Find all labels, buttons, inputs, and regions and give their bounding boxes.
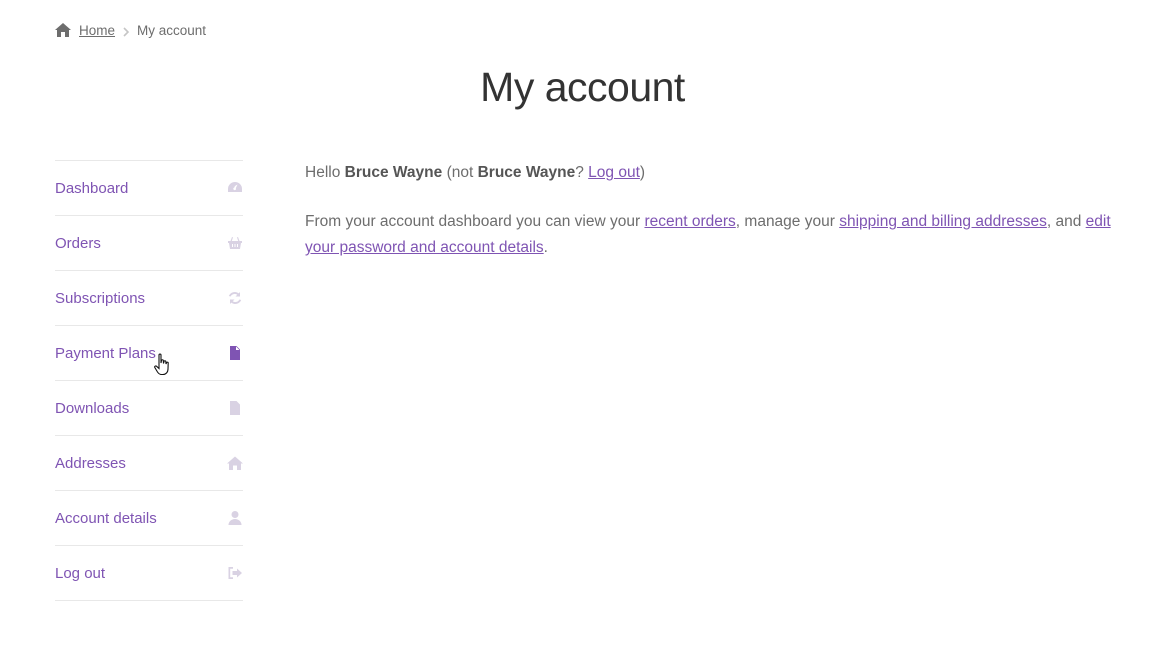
nav-item-log-out[interactable]: Log out	[55, 546, 243, 601]
refresh-icon	[227, 290, 243, 306]
account-content: Hello Bruce Wayne (not Bruce Wayne? Log …	[305, 160, 1135, 284]
recent-orders-link[interactable]: recent orders	[644, 213, 735, 230]
nav-item-label: Account details	[55, 509, 157, 527]
page-title: My account	[480, 64, 685, 110]
hand-cursor-icon	[153, 353, 173, 377]
sign-out-icon	[227, 565, 243, 581]
nav-item-label: Payment Plans	[55, 344, 156, 362]
home-icon	[227, 455, 243, 471]
nav-item-account-details[interactable]: Account details	[55, 491, 243, 546]
home-icon	[55, 23, 71, 37]
breadcrumb-home-link[interactable]: Home	[79, 23, 115, 38]
dashboard-icon	[227, 180, 243, 196]
nav-item-downloads[interactable]: Downloads	[55, 381, 243, 436]
addresses-link[interactable]: shipping and billing addresses	[839, 213, 1047, 230]
breadcrumb: Home My account	[55, 20, 206, 40]
nav-item-label: Dashboard	[55, 179, 129, 197]
log-out-link[interactable]: Log out	[588, 164, 640, 181]
chevron-right-icon	[121, 25, 131, 37]
user-icon	[227, 510, 243, 526]
nav-item-label: Addresses	[55, 454, 126, 472]
document-icon	[227, 345, 243, 361]
nav-item-label: Downloads	[55, 399, 130, 417]
nav-item-orders[interactable]: Orders	[55, 216, 243, 271]
nav-item-addresses[interactable]: Addresses	[55, 436, 243, 491]
nav-item-dashboard[interactable]: Dashboard	[55, 161, 243, 216]
nav-item-subscriptions[interactable]: Subscriptions	[55, 271, 243, 326]
breadcrumb-current: My account	[137, 22, 207, 38]
dashboard-intro: From your account dashboard you can view…	[305, 213, 1111, 256]
nav-item-label: Orders	[55, 234, 101, 252]
account-navigation: Dashboard Orders Subscriptions Payment P…	[55, 160, 243, 601]
user-name: Bruce Wayne	[344, 164, 443, 181]
nav-item-label: Subscriptions	[55, 289, 146, 307]
basket-icon	[227, 235, 243, 251]
greeting: Hello Bruce Wayne (not Bruce Wayne? Log …	[305, 164, 646, 181]
nav-item-label: Log out	[55, 564, 106, 582]
nav-item-payment-plans[interactable]: Payment Plans	[55, 326, 243, 381]
user-name: Bruce Wayne	[477, 164, 576, 181]
file-download-icon	[227, 400, 243, 416]
